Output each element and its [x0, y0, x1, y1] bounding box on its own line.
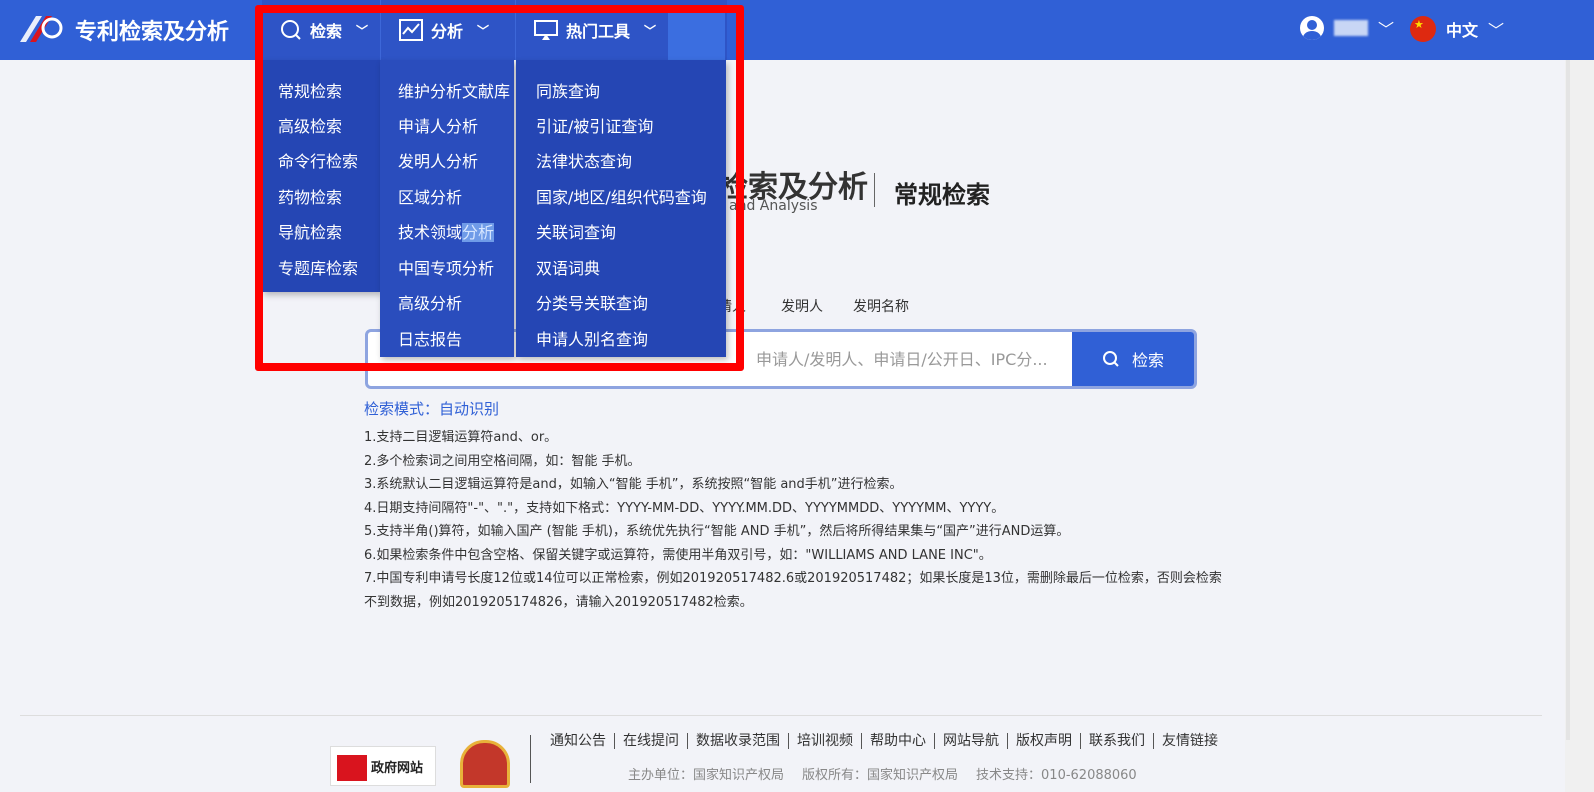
top-navigation-bar: 专利检索及分析 检索 ﹀ 分析 ﹀ 热门工具 ﹀ ﹀ 中文 ﹀ [0, 0, 1594, 60]
tip-line: 7.中国专利申请号长度12位或14位可以正常检索，例如201920517482.… [364, 571, 1222, 586]
tab-inventor[interactable]: 发明人 [781, 296, 823, 316]
divider [530, 735, 531, 783]
footer-link-site-navigation[interactable]: 网站导航 [935, 733, 1008, 749]
avatar-icon [1300, 16, 1324, 40]
footer-link-online-question[interactable]: 在线提问 [615, 733, 688, 749]
chevron-down-icon: ﹀ [1378, 20, 1395, 39]
footer-copyright: 版权所有：国家知识产权局 [802, 768, 959, 783]
footer-link-contact[interactable]: 联系我们 [1081, 733, 1154, 749]
footer-info: 主办单位：国家知识产权局 版权所有：国家知识产权局 技术支持：010-62088… [628, 764, 1137, 783]
scrollbar-thumb[interactable] [1566, 60, 1570, 740]
patent-logo-icon[interactable] [18, 12, 64, 48]
tip-line: 5.支持半角()算符，如输入国产 (智能 手机)，系统优先执行“智能 AND 手… [364, 524, 1070, 539]
tip-line: 3.系统默认二目逻辑运算符是and，如输入“智能 手机”，系统按照“智能 and… [364, 477, 903, 492]
footer-support: 技术支持：010-62088060 [976, 768, 1137, 783]
username-redacted [1334, 20, 1368, 36]
footer-links: 通知公告 在线提问 数据收录范围 培训视频 帮助中心 网站导航 版权声明 联系我… [550, 733, 1226, 749]
search-input[interactable] [756, 340, 1056, 378]
tip-line: 不到数据，例如2019205174826，请输入201920517482检索。 [364, 594, 753, 610]
app-title[interactable]: 专利检索及分析 [75, 14, 229, 46]
footer-link-training-video[interactable]: 培训视频 [789, 733, 862, 749]
search-tips: 1.支持二目逻辑运算符and、or。 2.多个检索词之间用空格间隔，如：智能 手… [364, 426, 1222, 614]
footer-link-data-scope[interactable]: 数据收录范围 [688, 733, 789, 749]
gov-website-badge[interactable]: 政府网站 [330, 746, 436, 786]
search-button-label: 检索 [1131, 351, 1164, 370]
chevron-down-icon: ﹀ [1488, 21, 1505, 40]
search-button[interactable]: 检索 [1072, 332, 1194, 386]
language-label: 中文 [1446, 21, 1479, 40]
tip-line: 6.如果检索条件中包含空格、保留关键字或运算符，需使用半角双引号，如："WILL… [364, 547, 992, 563]
footer-link-friend-links[interactable]: 友情链接 [1154, 733, 1226, 749]
footer-host: 主办单位：国家知识产权局 [628, 768, 785, 783]
highlight-frame [255, 5, 744, 371]
language-switcher[interactable]: 中文 ﹀ [1410, 16, 1504, 42]
tab-invention-title[interactable]: 发明名称 [853, 296, 909, 316]
gov-badge-label: 政府网站 [371, 761, 424, 776]
user-menu[interactable]: ﹀ [1300, 16, 1394, 40]
china-flag-icon [1410, 16, 1436, 42]
search-mode-label[interactable]: 检索模式：自动识别 [364, 398, 499, 419]
divider [874, 173, 875, 207]
search-icon [1102, 351, 1119, 367]
emblem-icon[interactable] [460, 740, 510, 788]
gov-badge-icon [337, 755, 367, 781]
tip-line: 4.日期支持间隔符"-"、"."，支持如下格式：YYYY-MM-DD、YYYY.… [364, 500, 1005, 516]
page-title: 常规检索 [894, 181, 990, 209]
footer-link-help-center[interactable]: 帮助中心 [862, 733, 935, 749]
footer-link-notice[interactable]: 通知公告 [550, 733, 615, 749]
footer-link-copyright[interactable]: 版权声明 [1008, 733, 1081, 749]
tip-line: 2.多个检索词之间用空格间隔，如：智能 手机。 [364, 453, 641, 469]
footer-divider [20, 715, 1542, 716]
tip-line: 1.支持二目逻辑运算符and、or。 [364, 430, 558, 445]
